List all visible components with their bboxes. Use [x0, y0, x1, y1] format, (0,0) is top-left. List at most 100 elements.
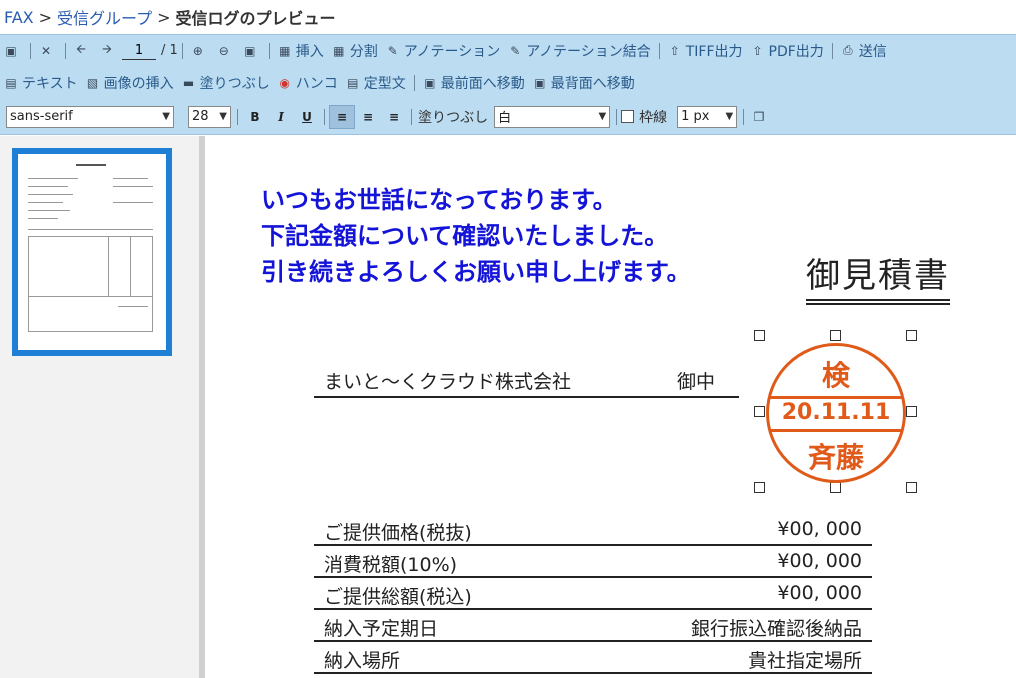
note-line: いつもお世話になっております。 [261, 186, 617, 214]
font-size-select[interactable]: 28 ▼ [188, 105, 231, 128]
annotation-merge-label: アノテーション結合 [526, 43, 651, 60]
align-left-icon: ≡ [336, 109, 348, 124]
underline-button[interactable]: U [294, 105, 320, 129]
resize-handle-e[interactable] [906, 406, 917, 417]
annotation-button[interactable]: ✎ アノテーション [382, 39, 504, 63]
annotation-text[interactable]: いつもお世話になっております。 下記金額について確認いたしました。 引き続きよろ… [261, 182, 691, 290]
close-icon: ✕ [40, 43, 52, 58]
close-button[interactable]: ✕ [35, 39, 61, 63]
recipient-company: まいと～くクラウド株式会社 [324, 370, 572, 393]
page-number-input[interactable] [122, 41, 156, 60]
border-width-value: 1 px [681, 109, 710, 124]
table-row: ご提供価格(税抜) ¥00, 000 [314, 514, 872, 546]
date-stamp[interactable]: 検 20.11.11 斉藤 [766, 343, 906, 483]
send-to-back-button[interactable]: ▣ 最背面へ移動 [529, 71, 639, 95]
zoom-fit-button[interactable]: ▣ [239, 39, 265, 63]
breadcrumb: FAX > 受信グループ > 受信ログのプレビュー [0, 0, 1016, 34]
template-label: 定型文 [363, 75, 406, 92]
note-line: 引き続きよろしくお願い申し上げます。 [261, 258, 691, 286]
thumbnail-line [108, 236, 109, 296]
resize-handle-n[interactable] [830, 330, 841, 341]
document-icon: ▤ [347, 75, 359, 90]
arrow-left-icon: 🡨 [76, 42, 86, 56]
annotation-toolbar: ▤ テキスト ▧ 画像の挿入 ▬ 塗りつぶし ◉ ハンコ ▤ 定型文 ▣ 最前面へ移動 ▣ 最… [0, 66, 1016, 99]
stamp-date: 20.11.11 [781, 400, 891, 425]
export-icon: ⇧ [669, 43, 680, 58]
breadcrumb-fax[interactable]: FAX [4, 8, 34, 27]
thumbnail-line [28, 186, 68, 187]
next-page-button[interactable]: 🡪 [96, 39, 122, 63]
page-navigator: / 1 [122, 41, 178, 60]
send-button[interactable]: ⎙ 送信 [837, 39, 891, 63]
resize-handle-w[interactable] [754, 406, 765, 417]
insert-label: 挿入 [295, 43, 324, 60]
split-button[interactable]: ▦ 分割 [328, 39, 382, 63]
row-key: 納入予定期日 [324, 618, 439, 640]
insert-icon: ▦ [279, 43, 291, 58]
row-value: 銀行振込確認後納品 [690, 618, 862, 640]
row-key: ご提供価格(税抜) [324, 522, 472, 544]
toolbar-divider [658, 42, 660, 59]
printer-icon: ⎙ [843, 43, 853, 57]
shadow-button[interactable]: ❒ [748, 105, 774, 129]
split-icon: ▦ [333, 43, 345, 58]
border-width-select[interactable]: 1 px ▼ [677, 105, 738, 128]
template-text-button[interactable]: ▤ 定型文 [342, 71, 410, 95]
save-button[interactable]: ▣ [0, 39, 26, 63]
fill-label: 塗りつぶし [199, 75, 270, 92]
border-checkbox[interactable] [621, 110, 635, 123]
fill-color-label: 塗りつぶし [418, 109, 489, 126]
recipient-honorific: 御中 [677, 370, 716, 393]
font-family-select[interactable]: sans-serif ▼ [6, 105, 174, 128]
zoom-fit-icon: ▣ [244, 43, 256, 58]
bring-front-label: 最前面へ移動 [440, 75, 525, 92]
resize-handle-s[interactable] [830, 482, 841, 493]
tiff-export-button[interactable]: ⇧ TIFF出力 [664, 39, 747, 63]
zoom-in-button[interactable]: ⊕ [187, 39, 213, 63]
thumbnail-line [152, 236, 153, 331]
pdf-export-button[interactable]: ⇧ PDF出力 [747, 39, 828, 63]
bold-button[interactable]: B [242, 105, 268, 129]
fill-color-select[interactable]: 白 ▼ [494, 105, 611, 128]
annotation-merge-button[interactable]: ✎ アノテーション結合 [504, 39, 654, 63]
document-canvas[interactable]: いつもお世話になっております。 下記金額について確認いたしました。 引き続きよろ… [211, 136, 1016, 678]
thumbnail-line [28, 178, 78, 179]
breadcrumb-separator: > [157, 7, 171, 27]
align-right-button[interactable]: ≡ [381, 105, 407, 129]
align-left-button[interactable]: ≡ [329, 104, 355, 129]
zoom-out-button[interactable]: ⊖ [213, 39, 239, 63]
align-center-button[interactable]: ≡ [355, 105, 381, 129]
toolbar-divider [324, 108, 325, 125]
merge-icon: ✎ [510, 43, 521, 58]
resize-handle-nw[interactable] [754, 330, 765, 341]
chevron-down-icon: ▼ [219, 111, 227, 122]
text-tool-button[interactable]: ▤ テキスト [0, 71, 82, 95]
row-key: ご提供総額(税込) [324, 586, 472, 608]
text-label: テキスト [22, 75, 78, 92]
hanko-button[interactable]: ◉ ハンコ [274, 71, 342, 95]
breadcrumb-separator: > [38, 7, 53, 27]
document-title: 御見積書 [806, 248, 950, 305]
insert-button[interactable]: ▦ 挿入 [274, 39, 328, 63]
zoom-out-icon: ⊖ [218, 43, 229, 58]
stamp-icon: ◉ [279, 75, 290, 90]
fill-tool-button[interactable]: ▬ 塗りつぶし [178, 71, 274, 95]
stamp-top-text: 検 [821, 359, 850, 392]
resize-handle-se[interactable] [906, 482, 917, 493]
page-thumbnail[interactable] [12, 148, 172, 356]
send-label: 送信 [858, 43, 887, 60]
toolbar-divider [30, 42, 31, 59]
resize-handle-ne[interactable] [906, 330, 917, 341]
annotation-label: アノテーション [403, 43, 501, 60]
resize-handle-sw[interactable] [754, 482, 765, 493]
thumbnail-line [113, 202, 153, 203]
prev-page-button[interactable]: 🡨 [70, 39, 96, 63]
insert-image-button[interactable]: ▧ 画像の挿入 [82, 71, 178, 95]
bring-to-front-button[interactable]: ▣ 最前面へ移動 [419, 71, 529, 95]
breadcrumb-receive-group[interactable]: 受信グループ [57, 5, 152, 29]
thumbnail-line [113, 178, 148, 179]
italic-button[interactable]: I [268, 105, 294, 129]
toolbar-divider [411, 108, 412, 125]
row-value: 貴社指定場所 [747, 650, 862, 672]
thumbnail-line [113, 186, 153, 187]
